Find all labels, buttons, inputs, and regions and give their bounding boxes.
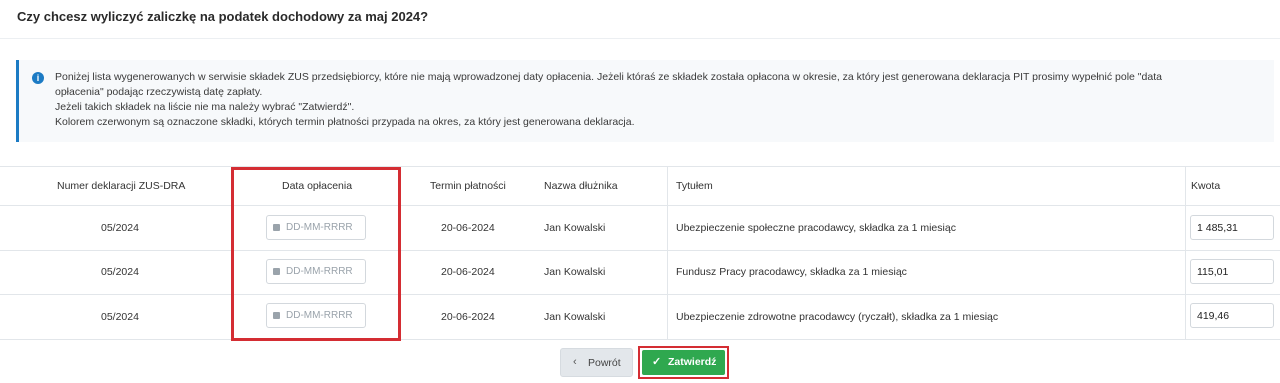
row-divider <box>0 250 1280 251</box>
cell-title: Ubezpieczenie zdrowotne pracodawcy (rycz… <box>676 311 999 323</box>
payment-date-highlight <box>231 167 401 341</box>
check-icon: ✓ <box>652 356 662 368</box>
page-title: Czy chcesz wyliczyć zaliczkę na podatek … <box>17 9 429 24</box>
amount-value: 1 485,31 <box>1197 222 1238 234</box>
cell-declaration: 05/2024 <box>101 222 139 234</box>
amount-value: 115,01 <box>1197 266 1229 278</box>
cell-debtor: Jan Kowalski <box>544 222 606 234</box>
table-top-border <box>0 166 1280 167</box>
cell-due-date: 20-06-2024 <box>441 311 495 323</box>
column-divider <box>1185 166 1186 339</box>
cell-debtor: Jan Kowalski <box>544 311 606 323</box>
cell-due-date: 20-06-2024 <box>441 222 495 234</box>
amount-input[interactable]: 1 485,31 <box>1190 215 1274 240</box>
header-title: Tytułem <box>676 180 713 192</box>
confirm-button-label: Zatwierdź <box>668 356 717 368</box>
row-divider <box>0 339 1280 340</box>
column-divider <box>667 166 668 339</box>
cell-declaration: 05/2024 <box>101 266 139 278</box>
cell-due-date: 20-06-2024 <box>441 266 495 278</box>
title-divider <box>0 38 1280 39</box>
back-button-label: Powrót <box>588 357 621 369</box>
info-line: Poniżej lista wygenerowanych w serwisie … <box>55 71 1162 83</box>
info-circle-icon: i <box>32 72 44 84</box>
amount-value: 419,46 <box>1197 310 1230 322</box>
info-text: Poniżej lista wygenerowanych w serwisie … <box>55 70 1265 130</box>
info-line: opłacenia" podając rzeczywistą datę zapł… <box>55 86 263 98</box>
info-line: Kolorem czerwonym są oznaczone składki, … <box>55 116 635 128</box>
header-amount: Kwota <box>1191 180 1221 192</box>
cell-declaration: 05/2024 <box>101 311 139 323</box>
cell-title: Ubezpieczenie społeczne pracodawcy, skła… <box>676 222 956 234</box>
table-header-border <box>0 205 1280 206</box>
header-due-date: Termin płatności <box>430 180 506 192</box>
info-line: Jeżeli takich składek na liście nie ma n… <box>55 101 355 113</box>
confirm-button[interactable]: ✓ Zatwierdź <box>642 350 725 375</box>
row-divider <box>0 294 1280 295</box>
cell-title: Fundusz Pracy pracodawcy, składka za 1 m… <box>676 266 907 278</box>
amount-input[interactable]: 115,01 <box>1190 259 1274 284</box>
amount-input[interactable]: 419,46 <box>1190 303 1274 328</box>
header-debtor: Nazwa dłużnika <box>544 180 618 192</box>
back-button[interactable]: ‹ Powrót <box>560 348 633 377</box>
header-declaration: Numer deklaracji ZUS-DRA <box>57 180 186 192</box>
chevron-left-icon: ‹ <box>573 356 577 368</box>
info-alert: i Poniżej lista wygenerowanych w serwisi… <box>16 60 1274 142</box>
cell-debtor: Jan Kowalski <box>544 266 606 278</box>
